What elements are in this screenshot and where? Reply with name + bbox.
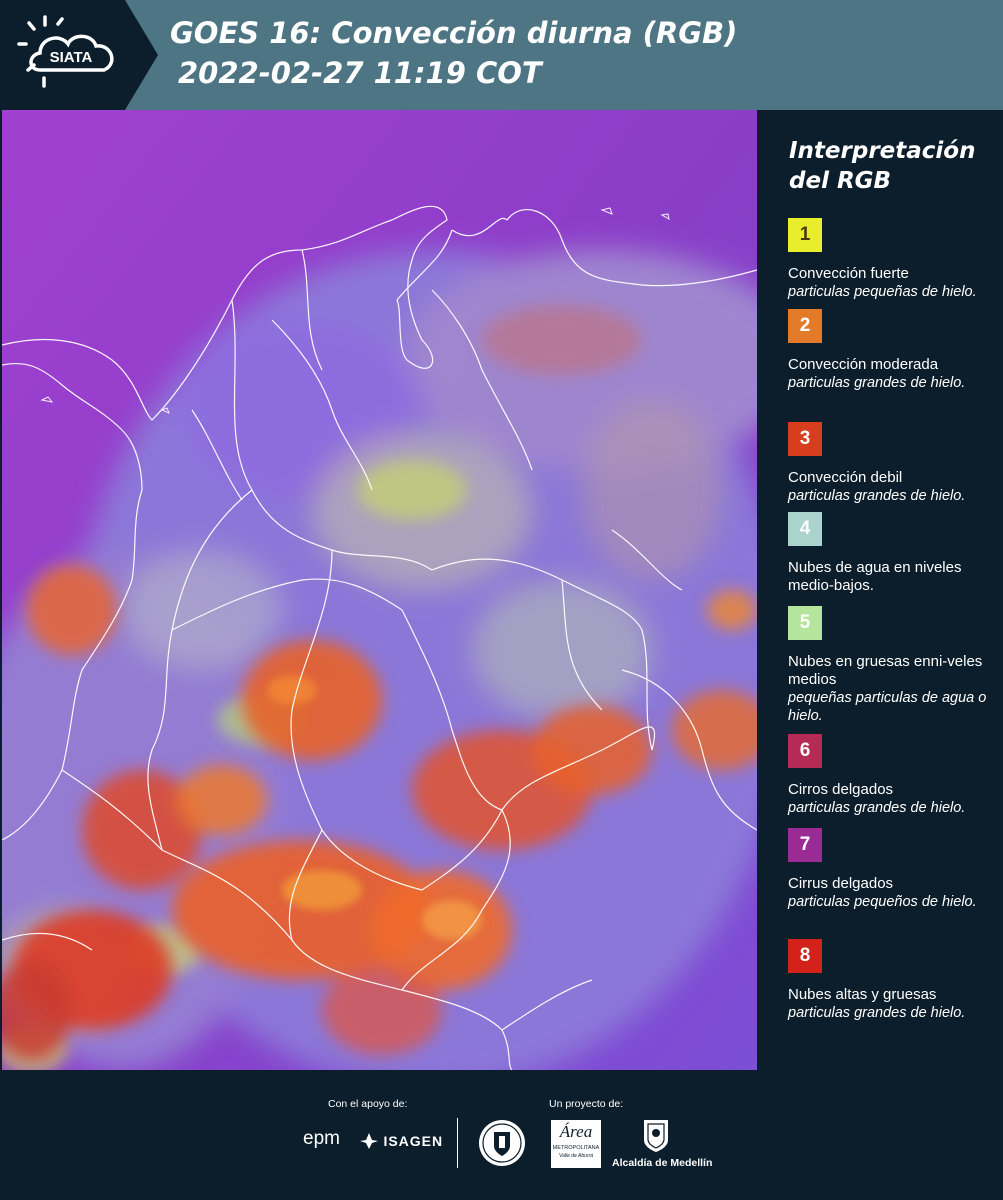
sun-cloud-icon: SIATA bbox=[0, 0, 158, 110]
page-title: GOES 16: Convección diurna (RGB) bbox=[170, 16, 738, 50]
legend-item-1: 1 Convección fuerte particulas pequeñas … bbox=[788, 218, 993, 301]
legend-panel: Interpretación del RGB 1 Convección fuer… bbox=[760, 110, 1003, 1070]
legend-item-7: 7 Cirrus delgados particulas pequeños de… bbox=[788, 828, 993, 911]
legend-swatch: 3 bbox=[788, 422, 822, 456]
legend-swatch: 4 bbox=[788, 512, 822, 546]
legend-swatch: 5 bbox=[788, 606, 822, 640]
satellite-rgb-map bbox=[2, 110, 757, 1070]
legend-swatch: 1 bbox=[788, 218, 822, 252]
svg-text:SIATA: SIATA bbox=[50, 49, 93, 66]
legend-swatch: 2 bbox=[788, 309, 822, 343]
legend-item-title: Convección debil bbox=[788, 469, 903, 486]
area-metropolitana-logo: Área METROPOLITANA Valle de Aburrá bbox=[551, 1120, 601, 1168]
isagen-icon bbox=[360, 1133, 378, 1149]
legend-item-title: Nubes de agua en niveles medio-bajos. bbox=[788, 559, 962, 594]
legend-item-desc: particulas grandes de hielo. bbox=[788, 800, 966, 816]
legend-title-line2: del RGB bbox=[789, 168, 892, 194]
epm-logo: epm bbox=[303, 1128, 340, 1149]
legend-item-desc: particulas grandes de hielo. bbox=[788, 1005, 966, 1021]
legend-item-desc: particulas pequeños de hielo. bbox=[788, 894, 977, 910]
legend-item-title: Nubes altas y gruesas bbox=[788, 986, 937, 1003]
seal-logo bbox=[477, 1118, 527, 1173]
legend-item-desc: particulas grandes de hielo. bbox=[788, 488, 966, 504]
seal-icon bbox=[479, 1120, 525, 1166]
alcaldia-logo bbox=[640, 1118, 672, 1154]
legend-item-desc: particulas grandes de hielo. bbox=[788, 375, 966, 391]
legend-item-desc: particulas pequeñas de hielo. bbox=[788, 284, 977, 300]
support-caption: Con el apoyo de: bbox=[328, 1098, 408, 1110]
coat-of-arms-icon bbox=[644, 1120, 668, 1152]
legend-swatch: 7 bbox=[788, 828, 822, 862]
footer: Con el apoyo de: Un proyecto de: epm ISA… bbox=[0, 1070, 1003, 1200]
legend-item-title: Cirrus delgados bbox=[788, 875, 894, 892]
legend-item-8: 8 Nubes altas y gruesas particulas grand… bbox=[788, 939, 993, 1022]
legend-swatch: 6 bbox=[788, 734, 822, 768]
legend-item-6: 6 Cirros delgados particulas grandes de … bbox=[788, 734, 993, 817]
alcaldia-text: Alcaldía de Medellín bbox=[612, 1157, 713, 1169]
satellite-map[interactable] bbox=[2, 110, 757, 1070]
header-bar: SIATA GOES 16: Convección diurna (RGB) 2… bbox=[0, 0, 1003, 110]
isagen-logo: ISAGEN bbox=[359, 1132, 443, 1150]
legend-item-title: Convección fuerte bbox=[788, 265, 909, 282]
siata-logo: SIATA bbox=[0, 0, 160, 110]
legend-item-title: Nubes en gruesas enni-veles medios bbox=[788, 653, 983, 688]
legend-title: Interpretación del RGB bbox=[789, 136, 975, 196]
legend-item-2: 2 Convección moderada particulas grandes… bbox=[788, 309, 993, 392]
project-caption: Un proyecto de: bbox=[549, 1098, 624, 1110]
legend-item-title: Cirros delgados bbox=[788, 781, 894, 798]
legend-item-3: 3 Convección debil particulas grandes de… bbox=[788, 422, 993, 505]
legend-swatch: 8 bbox=[788, 939, 822, 973]
legend-item-desc: pequeñas particulas de agua o hielo. bbox=[788, 690, 987, 724]
legend-title-line1: Interpretación bbox=[789, 138, 976, 164]
footer-divider bbox=[457, 1118, 458, 1168]
page-timestamp: 2022-02-27 11:19 COT bbox=[178, 56, 542, 90]
legend-item-title: Convección moderada bbox=[788, 356, 939, 373]
legend-item-5: 5 Nubes en gruesas enni-veles medios peq… bbox=[788, 606, 993, 725]
legend-item-4: 4 Nubes de agua en niveles medio-bajos. bbox=[788, 512, 993, 595]
